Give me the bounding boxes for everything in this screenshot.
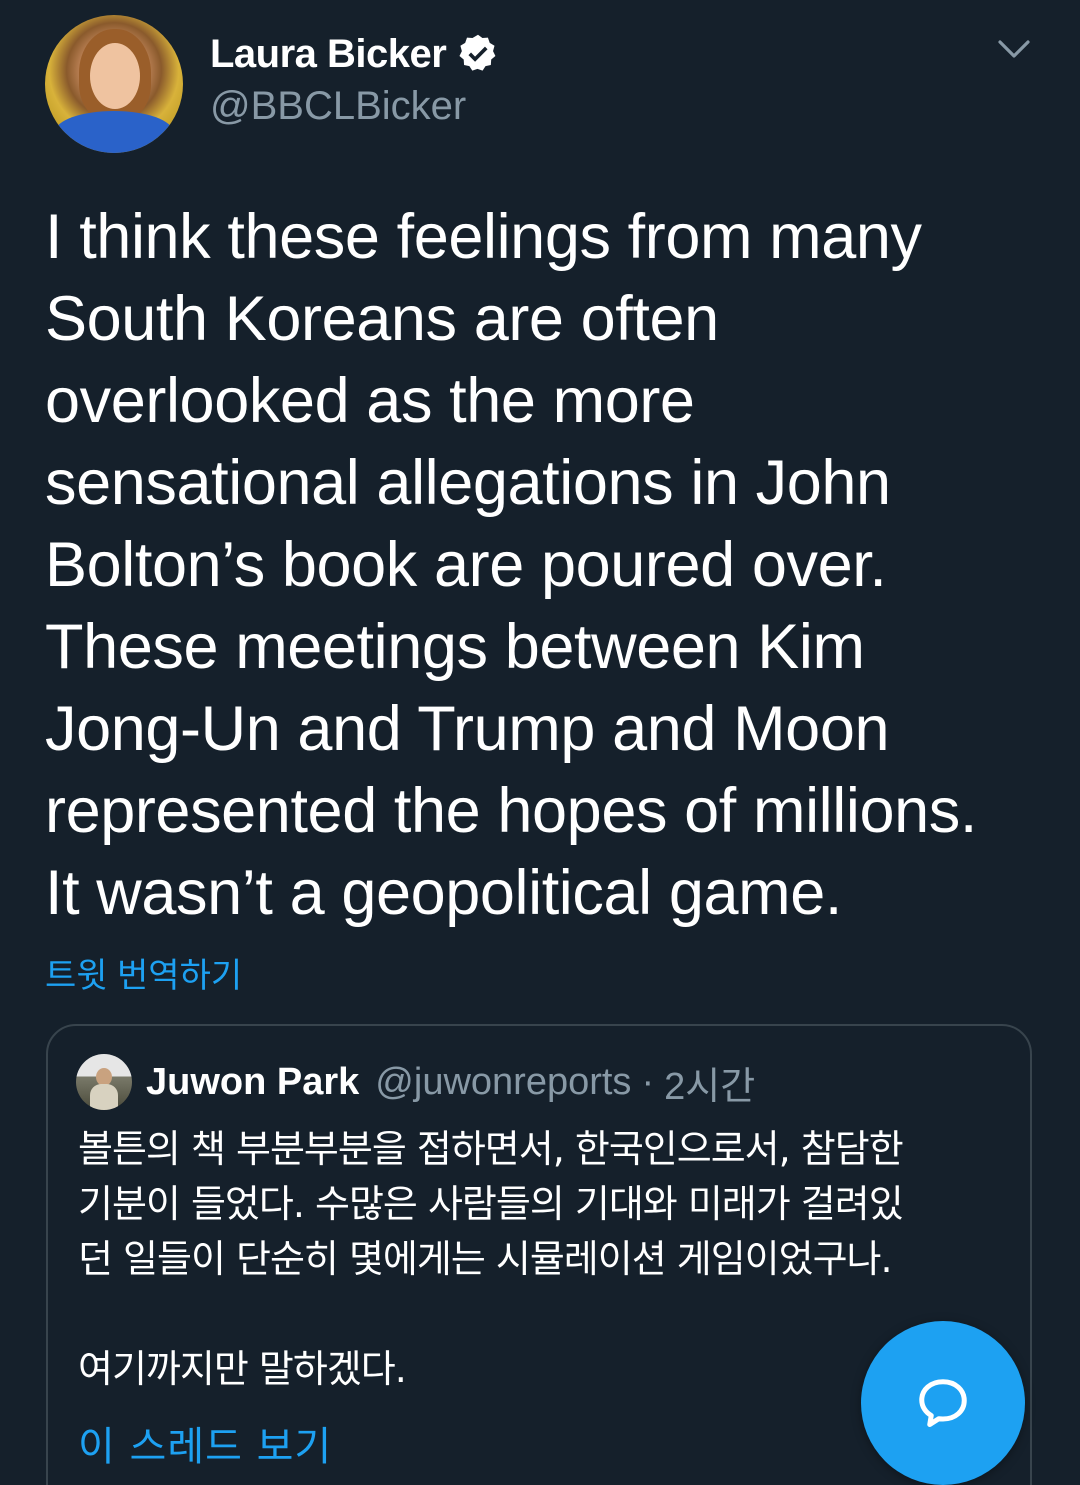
- author-display-name[interactable]: Laura Bicker: [210, 32, 447, 77]
- quoted-header-separator: ·: [641, 1060, 655, 1103]
- chat-bubble-icon: [919, 1379, 967, 1427]
- quoted-tweet-text: 볼튼의 책 부분부분을 접하면서, 한국인으로서, 참담한 기분이 들었다. 수…: [78, 1127, 904, 1391]
- translate-tweet-link[interactable]: 트윗 번역하기: [45, 948, 242, 997]
- quoted-avatar-body: [90, 1084, 118, 1110]
- tweet-body-text: I think these feelings from many South K…: [45, 202, 977, 928]
- quoted-author-handle: @juwonreports: [375, 1060, 632, 1103]
- author-handle[interactable]: @BBCLBicker: [210, 84, 466, 129]
- compose-reply-button[interactable]: [861, 1321, 1025, 1485]
- author-avatar[interactable]: [45, 15, 183, 153]
- show-thread-link[interactable]: 이 스레드 보기: [78, 1414, 332, 1472]
- author-name-row[interactable]: Laura Bicker: [210, 28, 500, 80]
- tweet-detail-screen: Laura Bicker @BBCLBicker I think these f…: [0, 0, 1080, 1485]
- verified-badge-icon: [459, 34, 496, 71]
- quoted-tweet-time: 2시간: [664, 1065, 756, 1108]
- quoted-tweet-header: Juwon Park @juwonreports · 2시간: [146, 1054, 755, 1110]
- avatar-face: [90, 43, 140, 109]
- quoted-author-avatar[interactable]: [76, 1054, 132, 1110]
- quoted-author-display-name: Juwon Park: [146, 1060, 360, 1103]
- avatar-shirt: [55, 111, 173, 153]
- chevron-down-icon[interactable]: [996, 34, 1032, 64]
